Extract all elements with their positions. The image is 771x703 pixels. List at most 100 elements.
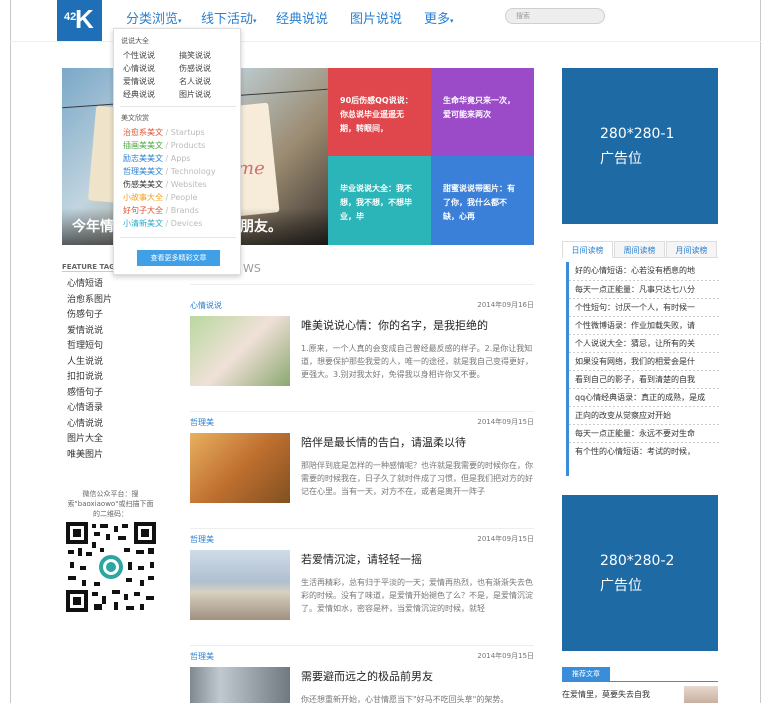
tag-link[interactable]: 唯美图片 <box>67 447 103 460</box>
list-item[interactable]: 如果没有网络，我们的相爱会是什 <box>575 356 717 367</box>
dropdown-item[interactable]: 好句子大全 / Brands <box>123 205 199 216</box>
nav-classic[interactable]: 经典说说 <box>276 8 328 27</box>
tag-link[interactable]: 心情说说 <box>67 416 103 429</box>
dropdown-heading: 美文欣赏 <box>121 114 149 122</box>
list-item[interactable]: 个性微博语录：作业加载失败，请 <box>575 320 717 331</box>
recommend-divider <box>610 681 718 682</box>
featured-tile[interactable]: 90后伤感QQ说说：你总说毕业遥遥无期，转眼间， <box>328 68 431 156</box>
tab-monthly[interactable]: 月间读榜 <box>666 241 717 258</box>
ranking-tabs: 日间读榜 周间读榜 月间读榜 <box>562 241 718 258</box>
article-thumbnail[interactable] <box>190 316 290 386</box>
article-item: 哲理美 2014年09月15日 若爱情沉淀，请轻轻一摇 生活再精彩，总有归于平淡… <box>190 534 534 646</box>
list-item[interactable]: 看到自己的影子，看到清楚的自我 <box>575 374 717 385</box>
featured-tile[interactable]: 甜蜜说说带图片：有了你，我什么都不缺，心再 <box>431 156 534 245</box>
list-divider <box>569 442 719 443</box>
logo-letter: K <box>75 4 94 34</box>
recommend-heading: 推荐文章 <box>562 667 610 682</box>
article-category[interactable]: 哲理美 <box>190 651 214 662</box>
article-thumbnail[interactable] <box>190 550 290 620</box>
tag-link[interactable]: 图片大全 <box>67 431 103 444</box>
tab-daily[interactable]: 日间读榜 <box>562 241 613 258</box>
article-title[interactable]: 需要避而远之的极品前男友 <box>301 668 433 684</box>
news-divider <box>190 284 534 285</box>
list-item[interactable]: 有个性的心情短语：考试的时候， <box>575 446 717 457</box>
article-title[interactable]: 陪伴是最长情的告白，请温柔以待 <box>301 434 466 450</box>
ad-slot-2[interactable]: 280*280-2 广告位 <box>562 495 718 651</box>
category-dropdown-menu: 说说大全 个性说说 心情说说 爱情说说 经典说说 搞笑说说 伤感说说 名人说说 … <box>113 28 241 275</box>
tag-link[interactable]: 心情语录 <box>67 400 103 413</box>
list-item[interactable]: 个性短句：讨厌一个人，有时候一 <box>575 302 717 313</box>
dropdown-item[interactable]: 经典说说 <box>123 89 155 100</box>
tag-link[interactable]: 哲理短句 <box>67 338 103 351</box>
nav-offline-events[interactable]: 线下活动▾ <box>201 8 257 27</box>
dropdown-item[interactable]: 插画美美文 / Products <box>123 140 205 151</box>
ad-size: 280*280-1 <box>600 126 675 142</box>
tag-link[interactable]: 人生说说 <box>67 354 103 367</box>
nav-picture[interactable]: 图片说说 <box>350 8 402 27</box>
list-item[interactable]: 每天一点正能量：凡事只达七八分 <box>575 284 717 295</box>
article-date: 2014年09月15日 <box>477 418 534 426</box>
featured-tile[interactable]: 生命华竟只来一次，爱可能来两次 <box>431 68 534 156</box>
article-category[interactable]: 心情说说 <box>190 300 222 311</box>
list-item[interactable]: 每天一点正能量：永远不要对生命 <box>575 428 717 439</box>
ranking-list: 好的心情短语：心若没有栖息的地 每天一点正能量：凡事只达七八分 个性短句：讨厌一… <box>566 262 719 476</box>
article-date: 2014年09月15日 <box>477 535 534 543</box>
article-excerpt: 你还想重新开始，心甘情愿当下"好马不吃回头草"的架势。 <box>301 695 509 703</box>
dropdown-item[interactable]: 爱情说说 <box>123 76 155 87</box>
tag-link[interactable]: 心情短语 <box>67 276 103 289</box>
news-heading: WS <box>243 262 261 275</box>
chevron-down-icon: ▾ <box>253 17 257 25</box>
ad-slot-1[interactable]: 280*280-1 广告位 <box>562 68 718 224</box>
article-date: 2014年09月16日 <box>477 301 534 309</box>
article-category[interactable]: 哲理美 <box>190 534 214 545</box>
article-item: 心情说说 2014年09月16日 唯美说说心情：你的名字，是我拒绝的 1.原来，… <box>190 300 534 412</box>
article-excerpt: 1.原来，一个人真的会变成自己曾经最反感的样子。2.是你让我知道，想要保护那些我… <box>301 344 533 379</box>
site-logo[interactable]: 42 K <box>57 0 102 42</box>
dropdown-item[interactable]: 名人说说 <box>179 76 211 87</box>
article-item: 哲理美 2014年09月15日 需要避而远之的极品前男友 你还想重新开始，心甘情… <box>190 651 534 703</box>
dropdown-item[interactable]: 心情说说 <box>123 63 155 74</box>
dropdown-item[interactable]: 伤感说说 <box>179 63 211 74</box>
dropdown-item[interactable]: 治愈系美文 / Startups <box>123 127 205 138</box>
view-more-button[interactable]: 查看更多精彩文章 <box>137 250 220 266</box>
list-divider <box>569 370 719 371</box>
article-thumbnail[interactable] <box>190 667 290 703</box>
dropdown-item[interactable]: 哲理美美文 / Technology <box>123 166 216 177</box>
dropdown-item[interactable]: 小故事大全 / People <box>123 192 197 203</box>
tag-link[interactable]: 感悟句子 <box>67 385 103 398</box>
wechat-text: 微信公众平台：搜 <box>82 490 139 498</box>
list-divider <box>569 280 719 281</box>
chevron-down-icon: ▾ <box>178 17 182 25</box>
featured-tile[interactable]: 毕业说说大全：我不想，我不想，不想毕业，毕 <box>328 156 431 245</box>
tag-link[interactable]: 治愈系图片 <box>67 292 112 305</box>
list-item[interactable]: 个人说说大全：猜忌，让所有的关 <box>575 338 717 349</box>
nav-category-browse[interactable]: 分类浏览▾ <box>126 8 182 27</box>
article-title[interactable]: 唯美说说心情：你的名字，是我拒绝的 <box>301 317 488 333</box>
tab-weekly[interactable]: 周间读榜 <box>614 241 665 258</box>
list-divider <box>569 316 719 317</box>
wechat-text: 索"baoxiaowo"或扫描下面 <box>67 500 154 508</box>
dropdown-item[interactable]: 小清新美文 / Devices <box>123 218 202 229</box>
nav-more[interactable]: 更多▾ <box>424 8 454 27</box>
list-item[interactable]: 好的心情短语：心若没有栖息的地 <box>575 265 717 276</box>
article-category[interactable]: 哲理美 <box>190 417 214 428</box>
recommend-item[interactable]: 在爱情里，莫要失去自我 <box>562 689 650 700</box>
tag-link[interactable]: 伤感句子 <box>67 307 103 320</box>
ad-size: 280*280-2 <box>600 553 675 569</box>
search-input[interactable]: 搜索 <box>505 8 605 24</box>
list-item[interactable]: 正向的改变从觉察应对开始 <box>575 410 717 421</box>
dropdown-heading: 说说大全 <box>121 37 149 45</box>
dropdown-item[interactable]: 图片说说 <box>179 89 211 100</box>
article-thumbnail[interactable] <box>190 433 290 503</box>
dropdown-item[interactable]: 个性说说 <box>123 50 155 61</box>
list-item[interactable]: qq心情经典语录：真正的成熟，是成 <box>575 392 717 403</box>
dropdown-item[interactable]: 搞笑说说 <box>179 50 211 61</box>
article-title[interactable]: 若爱情沉淀，请轻轻一摇 <box>301 551 422 567</box>
tag-link[interactable]: 扣扣说说 <box>67 369 103 382</box>
list-divider <box>569 424 719 425</box>
recommend-thumbnail[interactable] <box>684 686 718 703</box>
dropdown-item[interactable]: 伤感美美文 / Websites <box>123 179 207 190</box>
dropdown-item[interactable]: 励志美美文 / Apps <box>123 153 191 164</box>
tag-link[interactable]: 爱情说说 <box>67 323 103 336</box>
list-divider <box>569 352 719 353</box>
